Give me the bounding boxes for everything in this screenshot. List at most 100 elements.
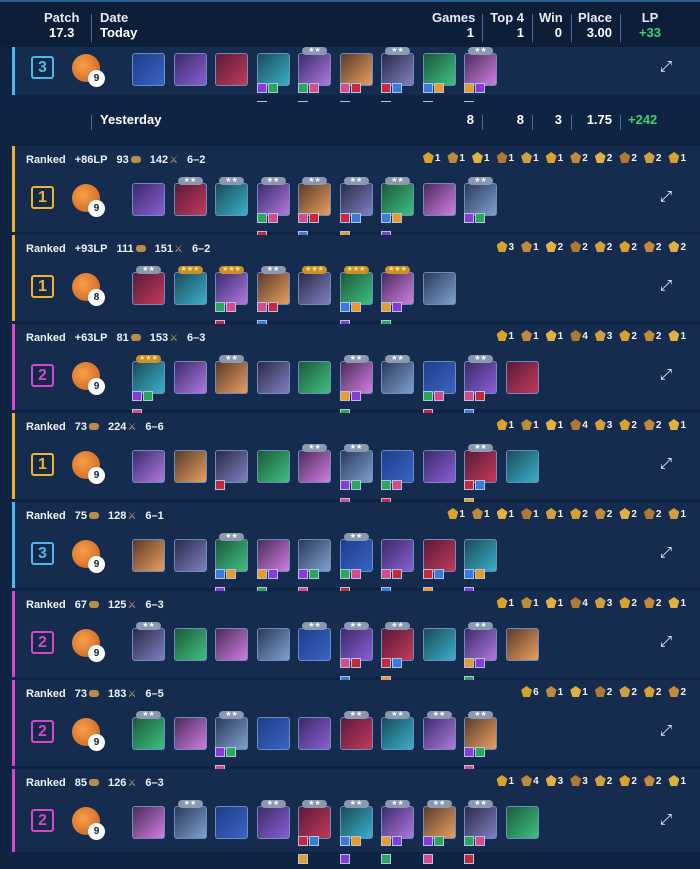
item-icon[interactable]	[464, 83, 474, 93]
item-icon[interactable]	[381, 836, 391, 846]
champion-portrait[interactable]	[256, 628, 290, 661]
champion-portrait[interactable]: ★★	[464, 444, 497, 508]
trait-badge[interactable]: 4	[570, 597, 588, 609]
champion-portrait[interactable]: ★★	[298, 444, 331, 483]
item-icon[interactable]	[339, 658, 350, 668]
champion-portrait[interactable]: ★★	[464, 177, 497, 223]
item-icon[interactable]	[381, 302, 391, 312]
champion-portrait[interactable]	[256, 450, 290, 483]
trait-badge[interactable]: 2	[619, 241, 637, 253]
champion-portrait[interactable]	[505, 361, 539, 394]
item-icon[interactable]	[475, 391, 485, 401]
champion-portrait[interactable]	[298, 361, 331, 394]
match-row[interactable]: Ranked +93LP 111 151⚔ 6–2 3 1 2 2 2 2 2 2 1 8 ★★ ★★★ ★★★ ★…	[12, 235, 700, 330]
item-icon[interactable]	[267, 213, 278, 223]
item-icon[interactable]	[309, 83, 319, 93]
champion-portrait[interactable]: ★★	[339, 177, 373, 241]
champion-portrait[interactable]	[422, 361, 456, 419]
champion-portrait[interactable]	[422, 628, 456, 661]
trait-badge[interactable]: 1	[496, 508, 514, 520]
champion-portrait[interactable]: ★★	[422, 800, 456, 864]
item-icon[interactable]	[464, 854, 474, 864]
trait-badge[interactable]: 2	[643, 152, 661, 164]
item-icon[interactable]	[267, 569, 278, 579]
champion-portrait[interactable]	[132, 806, 165, 839]
item-icon[interactable]	[339, 480, 350, 490]
item-icon[interactable]	[475, 569, 485, 579]
trait-badge[interactable]: 2	[619, 152, 637, 164]
item-icon[interactable]	[381, 569, 391, 579]
champion-portrait[interactable]: ★★	[298, 177, 331, 241]
item-icon[interactable]	[392, 302, 402, 312]
item-icon[interactable]	[422, 836, 433, 846]
item-icon[interactable]	[298, 569, 308, 579]
champion-portrait[interactable]: ★★★	[298, 266, 331, 305]
champion-portrait[interactable]	[256, 53, 290, 111]
trait-badge[interactable]: 2	[619, 330, 637, 342]
item-icon[interactable]	[464, 480, 474, 490]
trait-badge[interactable]: 2	[643, 330, 661, 342]
champion-portrait[interactable]: ★★	[422, 711, 456, 750]
item-icon[interactable]	[464, 836, 474, 846]
champion-portrait[interactable]: ★★	[132, 711, 165, 750]
champion-portrait[interactable]: ★★	[256, 177, 290, 241]
trait-badge[interactable]: 2	[594, 508, 612, 520]
trait-badge[interactable]: 1	[545, 152, 563, 164]
trait-badge[interactable]: 2	[570, 508, 588, 520]
item-icon[interactable]	[298, 213, 308, 223]
item-icon[interactable]	[475, 836, 485, 846]
champion-portrait[interactable]	[298, 717, 331, 750]
item-icon[interactable]	[226, 569, 236, 579]
item-icon[interactable]	[350, 569, 361, 579]
expand-icon[interactable]: ⤢	[660, 366, 672, 383]
champion-portrait[interactable]: ★★	[339, 622, 373, 686]
expand-icon[interactable]: ⤢	[660, 58, 672, 75]
champion-portrait[interactable]: ★★	[464, 47, 497, 111]
trait-badge[interactable]: 3	[594, 597, 612, 609]
champion-portrait[interactable]	[173, 450, 207, 483]
trait-badge[interactable]: 1	[545, 419, 563, 431]
match-row[interactable]: Ranked 75 128⚔ 6–1 1 1 1 1 1 2 2 2 2 1 3 9 ★★ ★★ ⤢	[12, 502, 700, 597]
trait-badge[interactable]: 1	[496, 775, 514, 787]
trait-badge[interactable]: 1	[570, 686, 588, 698]
item-icon[interactable]	[433, 836, 444, 846]
item-icon[interactable]	[267, 302, 278, 312]
champion-portrait[interactable]: ★★	[215, 355, 248, 394]
item-icon[interactable]	[309, 569, 319, 579]
item-icon[interactable]	[309, 836, 319, 846]
champion-portrait[interactable]: ★★	[215, 533, 248, 597]
item-icon[interactable]	[350, 836, 361, 846]
expand-icon[interactable]: ⤢	[660, 633, 672, 650]
trait-badge[interactable]: 1	[496, 419, 514, 431]
item-icon[interactable]	[298, 854, 308, 864]
champion-portrait[interactable]	[256, 539, 290, 597]
champion-portrait[interactable]: ★★	[256, 800, 290, 839]
item-icon[interactable]	[350, 302, 361, 312]
match-row[interactable]: Ranked 67 125⚔ 6–3 1 1 1 4 3 2 2 1 2 9 ★★ ★★ ★★ ★★ ★★ ⤢	[12, 591, 700, 686]
item-icon[interactable]	[256, 83, 267, 93]
trait-badge[interactable]: 1	[521, 419, 539, 431]
item-icon[interactable]	[350, 391, 361, 401]
expand-icon[interactable]: ⤢	[660, 811, 672, 828]
item-icon[interactable]	[226, 747, 236, 757]
item-icon[interactable]	[256, 213, 267, 223]
item-icon[interactable]	[256, 302, 267, 312]
trait-badge[interactable]: 2	[594, 241, 612, 253]
trait-badge[interactable]: 1	[496, 330, 514, 342]
item-icon[interactable]	[339, 302, 350, 312]
champion-portrait[interactable]: ★★	[298, 47, 331, 111]
expand-icon[interactable]: ⤢	[660, 455, 672, 472]
item-icon[interactable]	[464, 747, 474, 757]
trait-badge[interactable]: 2	[643, 775, 661, 787]
champion-portrait[interactable]: ★★	[381, 47, 414, 111]
match-row[interactable]: Ranked +63LP 81 153⚔ 6–3 1 1 1 4 3 2 2 1 2 9 ★★★ ★★ ★★ ★★ ★…	[12, 324, 700, 419]
champion-portrait[interactable]: ★★	[215, 711, 248, 775]
trait-badge[interactable]: 1	[545, 597, 563, 609]
trait-badge[interactable]: 1	[422, 152, 440, 164]
item-icon[interactable]	[350, 658, 361, 668]
trait-badge[interactable]: 2	[570, 241, 588, 253]
item-icon[interactable]	[339, 83, 350, 93]
match-row[interactable]: Ranked 85 126⚔ 6–3 1 4 3 3 2 2 2 1 2 9 ★★ ★★ ★★ ★★ ★★ ★★ ★★ ⤢	[12, 769, 700, 864]
trait-badge[interactable]: 1	[668, 508, 686, 520]
item-icon[interactable]	[392, 569, 402, 579]
